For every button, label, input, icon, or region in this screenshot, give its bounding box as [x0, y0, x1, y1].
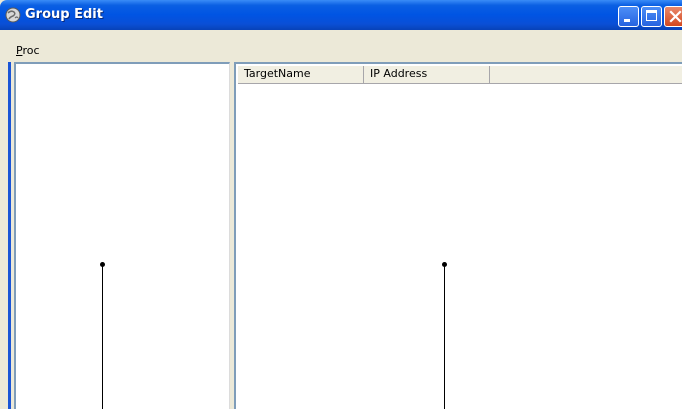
menu-bar: Proc [0, 30, 682, 62]
close-icon [668, 9, 682, 24]
maximize-button[interactable] [641, 6, 662, 27]
maximize-icon [646, 10, 657, 21]
column-header-ip-address[interactable]: IP Address [364, 66, 490, 84]
right-panel-pointer-line [444, 265, 445, 409]
target-list-view[interactable]: TargetName IP Address [234, 62, 682, 409]
left-panel-pointer-line [102, 265, 103, 409]
group-edit-window: Group Edit Proc TargetName IP Address [0, 0, 682, 409]
menu-proc[interactable]: Proc [16, 44, 40, 58]
menu-proc-label: roc [22, 44, 40, 57]
minimize-icon [624, 19, 630, 22]
column-header-filler [490, 66, 682, 84]
window-left-border [8, 62, 11, 409]
group-tree-panel[interactable] [14, 62, 230, 409]
app-globe-icon [5, 7, 21, 23]
column-header-targetname[interactable]: TargetName [238, 66, 364, 84]
minimize-button[interactable] [618, 6, 639, 27]
close-button[interactable] [664, 6, 682, 27]
window-title: Group Edit [25, 7, 103, 22]
title-bar[interactable]: Group Edit [0, 0, 682, 30]
